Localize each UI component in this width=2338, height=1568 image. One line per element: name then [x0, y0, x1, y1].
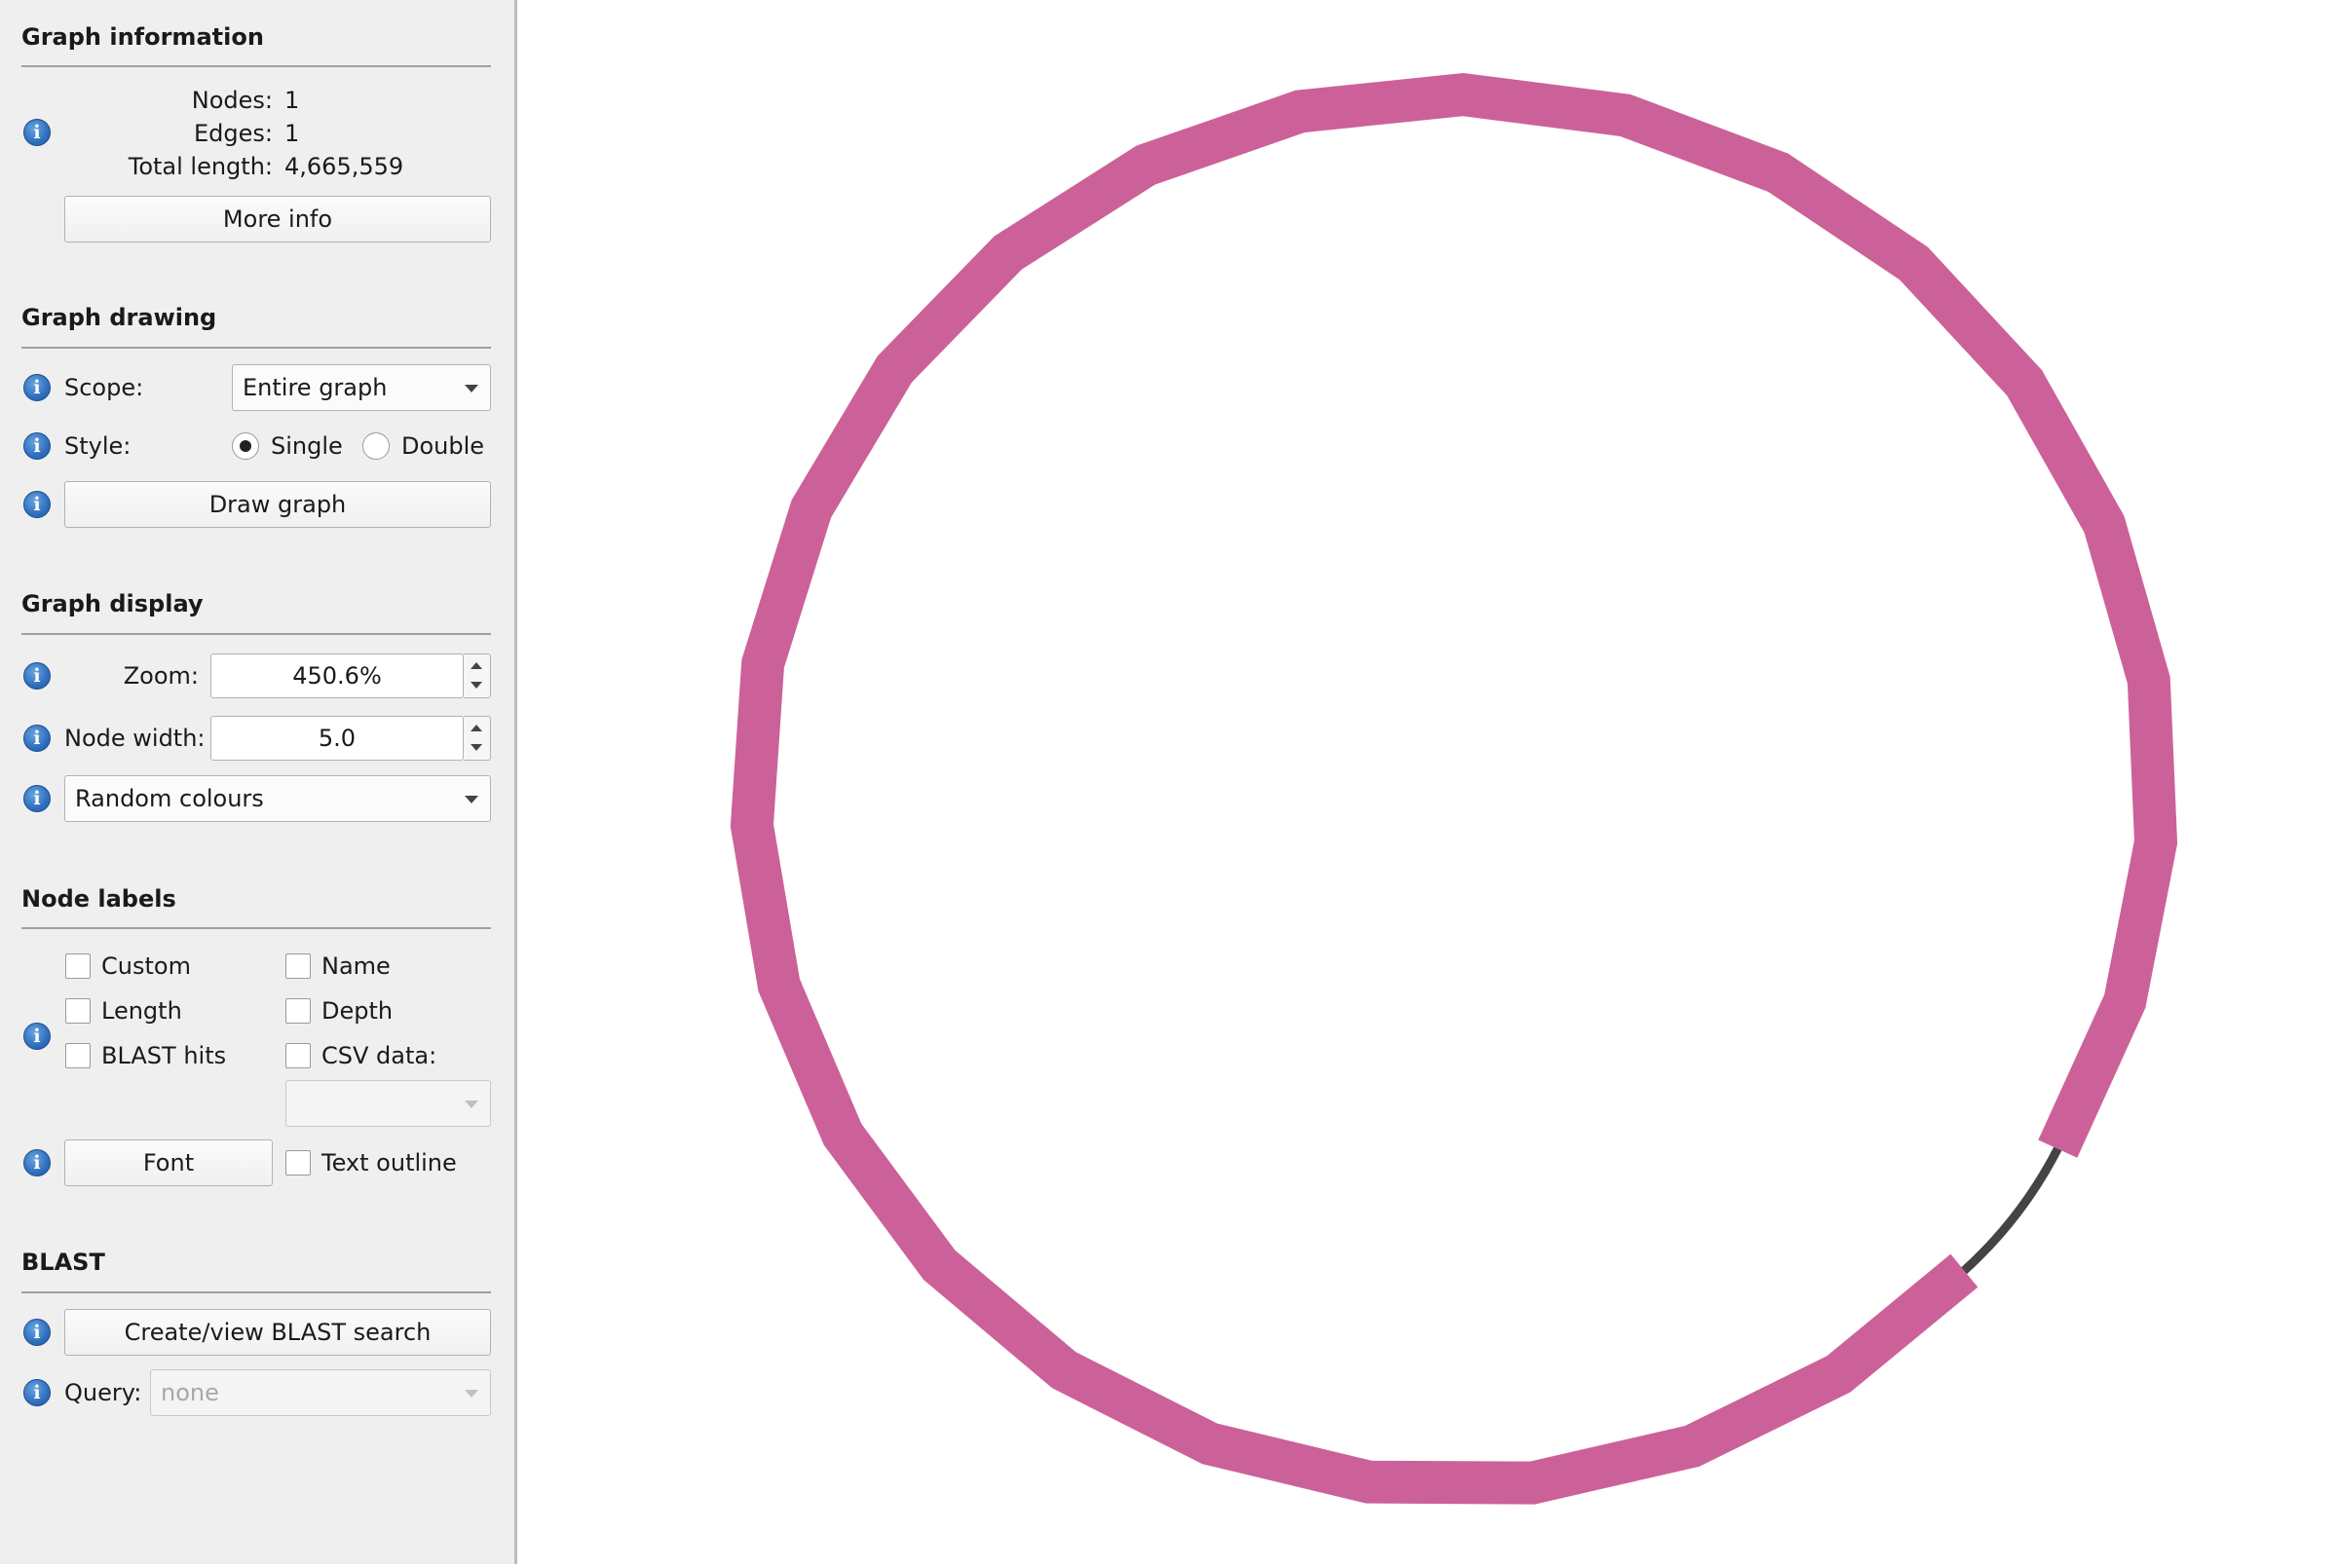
draw-graph-button[interactable]: Draw graph: [64, 481, 491, 528]
csv-data-dropdown[interactable]: [285, 1080, 491, 1127]
length-checkbox[interactable]: [65, 998, 91, 1024]
info-icon[interactable]: i: [23, 119, 51, 146]
csv-data-checkbox[interactable]: [285, 1043, 311, 1068]
blast-hits-checkbox[interactable]: [65, 1043, 91, 1068]
blast-hits-label: BLAST hits: [101, 1042, 227, 1069]
custom-checkbox[interactable]: [65, 953, 91, 979]
zoom-label: Zoom:: [123, 662, 199, 690]
style-label: Style:: [64, 432, 132, 460]
node-width-spinbox[interactable]: 5.0: [210, 716, 464, 761]
style-double-radio[interactable]: [362, 432, 390, 460]
edges-label: Edges:: [194, 120, 273, 147]
graph-edge[interactable]: [1959, 1144, 2062, 1276]
arrow-up-icon: [471, 725, 482, 731]
node-width-stepper[interactable]: [464, 716, 491, 761]
arrow-down-icon: [471, 744, 482, 751]
style-single-radio[interactable]: [232, 432, 259, 460]
graph-information-heading: Graph information: [21, 23, 264, 51]
info-icon[interactable]: i: [23, 1319, 51, 1346]
info-icon[interactable]: i: [23, 491, 51, 518]
info-icon[interactable]: i: [23, 1379, 51, 1406]
blast-search-button[interactable]: Create/view BLAST search: [64, 1309, 491, 1356]
graph-canvas[interactable]: [517, 0, 2338, 1564]
info-icon[interactable]: i: [23, 374, 51, 401]
graph-drawing-heading: Graph drawing: [21, 304, 217, 331]
edges-value: 1: [284, 120, 300, 147]
chevron-down-icon: [465, 796, 478, 803]
chevron-down-icon: [465, 1101, 478, 1108]
chevron-down-icon: [465, 1390, 478, 1398]
blast-heading: BLAST: [21, 1249, 105, 1276]
length-label: Length: [101, 997, 182, 1025]
colour-scheme-value: Random colours: [75, 785, 264, 812]
info-icon[interactable]: i: [23, 725, 51, 752]
divider: [21, 65, 491, 67]
graph-node[interactable]: [730, 72, 2178, 1505]
depth-label: Depth: [321, 997, 394, 1025]
more-info-button[interactable]: More info: [64, 196, 491, 243]
total-length-value: 4,665,559: [284, 153, 404, 180]
depth-checkbox[interactable]: [285, 998, 311, 1024]
scope-value: Entire graph: [243, 374, 388, 401]
info-icon[interactable]: i: [23, 432, 51, 460]
nodes-value: 1: [284, 87, 300, 114]
info-icon[interactable]: i: [23, 662, 51, 690]
arrow-down-icon: [471, 682, 482, 689]
graph-view[interactable]: [517, 0, 2338, 1564]
query-label: Query:: [64, 1379, 142, 1406]
settings-panel: Graph information i Nodes: 1 Edges: 1 To…: [0, 0, 514, 1564]
info-icon[interactable]: i: [23, 1023, 51, 1050]
info-icon[interactable]: i: [23, 1149, 51, 1176]
font-button[interactable]: Font: [64, 1139, 273, 1186]
zoom-spinbox[interactable]: 450.6%: [210, 653, 464, 698]
name-label: Name: [321, 952, 391, 980]
scope-dropdown[interactable]: Entire graph: [232, 364, 491, 411]
divider: [21, 347, 491, 349]
csv-data-label: CSV data:: [321, 1042, 437, 1069]
query-value: none: [161, 1379, 219, 1406]
divider: [21, 927, 491, 929]
graph-display-heading: Graph display: [21, 590, 204, 617]
chevron-down-icon: [465, 385, 478, 392]
divider: [21, 633, 491, 635]
node-width-label: Node width:: [64, 725, 206, 752]
total-length-label: Total length:: [128, 153, 273, 180]
name-checkbox[interactable]: [285, 953, 311, 979]
text-outline-checkbox[interactable]: [285, 1150, 311, 1176]
radio-selected-dot: [240, 440, 251, 452]
nodes-label: Nodes:: [191, 87, 273, 114]
text-outline-label: Text outline: [321, 1149, 457, 1176]
node-labels-heading: Node labels: [21, 885, 176, 913]
custom-label: Custom: [101, 952, 191, 980]
style-double-label: Double: [401, 432, 485, 460]
info-icon[interactable]: i: [23, 785, 51, 812]
query-dropdown[interactable]: none: [150, 1369, 491, 1416]
style-single-label: Single: [271, 432, 343, 460]
zoom-stepper[interactable]: [464, 653, 491, 698]
scope-label: Scope:: [64, 374, 144, 401]
colour-scheme-dropdown[interactable]: Random colours: [64, 775, 491, 822]
arrow-up-icon: [471, 662, 482, 669]
divider: [21, 1291, 491, 1293]
